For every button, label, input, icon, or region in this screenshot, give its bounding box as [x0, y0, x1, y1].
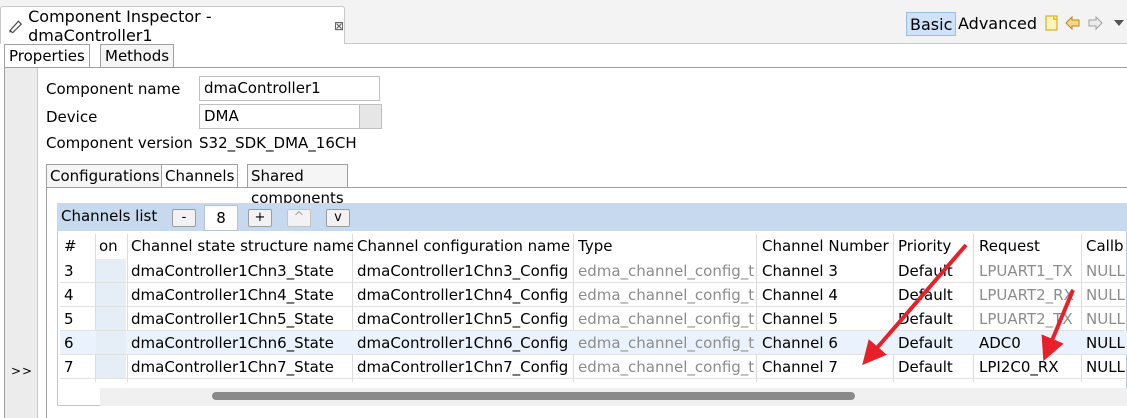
column-header[interactable]: Channel state structure name	[131, 234, 353, 258]
table-cell[interactable]: LPUART1_TX	[979, 259, 1083, 283]
component-version-label: Component version	[46, 134, 193, 152]
table-cell[interactable]: Default	[898, 259, 976, 283]
horizontal-scrollbar-thumb[interactable]	[212, 392, 855, 400]
table-cell[interactable]: 6	[64, 331, 94, 355]
table-cell[interactable]: dmaController1Chn3_Config	[357, 259, 573, 283]
table-cell[interactable]: Default	[898, 307, 976, 331]
device-value: DMA	[204, 107, 239, 125]
table-cell[interactable]: 5	[64, 307, 94, 331]
table-cell[interactable]: dmaController1Chn3_State	[131, 259, 353, 283]
view-title: Component Inspector - dmaController1	[28, 6, 212, 45]
table-cell[interactable]: Default	[898, 355, 976, 379]
table-cell[interactable]: Channel 5	[762, 307, 894, 331]
table-cell[interactable]: Channel 3	[762, 259, 894, 283]
table-cell[interactable]: NULL	[1086, 307, 1127, 331]
table-cell[interactable]: LPUART2_TX	[979, 307, 1083, 331]
close-icon[interactable]: ⊠	[334, 19, 344, 33]
table-cell[interactable]: dmaController1Chn5_State	[131, 307, 353, 331]
column-header[interactable]: #	[64, 234, 94, 258]
component-name-label: Component name	[46, 80, 181, 98]
column-header[interactable]: Request	[979, 234, 1083, 258]
view-menu-icon[interactable]	[1112, 14, 1127, 32]
component-version-value: S32_SDK_DMA_16CH	[199, 134, 357, 152]
table-cell[interactable]: dmaController1Chn4_State	[131, 283, 353, 307]
table-cell[interactable]: NULL	[1086, 355, 1127, 379]
table-cell[interactable]: ADC0	[979, 331, 1083, 355]
table-cell[interactable]: NULL	[1086, 331, 1127, 355]
on-toggle-cell[interactable]	[96, 355, 126, 378]
tab-properties[interactable]: Properties	[4, 44, 90, 68]
on-toggle-cell[interactable]	[96, 283, 126, 306]
component-inspector-icon	[8, 19, 23, 33]
advanced-mode-button[interactable]: Advanced	[955, 12, 1040, 36]
remove-channel-button[interactable]: -	[172, 209, 196, 227]
table-cell[interactable]: dmaController1Chn6_Config	[357, 331, 573, 355]
move-down-button[interactable]: v	[326, 209, 350, 227]
table-cell[interactable]: 3	[64, 259, 94, 283]
table-cell[interactable]: dmaController1Chn4_Config	[357, 283, 573, 307]
view-tab[interactable]: Component Inspector - dmaController1 ⊠	[0, 6, 345, 45]
new-note-icon[interactable]	[1043, 14, 1061, 32]
column-header[interactable]: Callb	[1086, 234, 1127, 258]
tab-configurations[interactable]: Configurations	[46, 164, 164, 188]
tab-channels[interactable]: Channels	[161, 164, 239, 188]
table-cell[interactable]: Channel 4	[762, 283, 894, 307]
table-cell[interactable]: NULL	[1086, 259, 1127, 283]
on-toggle-cell[interactable]	[96, 259, 126, 282]
tab-shared-components[interactable]: Shared components	[247, 164, 348, 207]
column-header[interactable]: Channel configuration name	[357, 234, 573, 258]
table-cell[interactable]: 4	[64, 283, 94, 307]
table-cell[interactable]: edma_channel_config_t	[578, 331, 758, 355]
table-cell[interactable]: dmaController1Chn7_Config	[357, 355, 573, 379]
table-cell[interactable]: Default	[898, 331, 976, 355]
table-cell[interactable]: edma_channel_config_t	[578, 355, 758, 379]
column-header[interactable]: Type	[578, 234, 758, 258]
column-header[interactable]: on	[99, 234, 129, 258]
device-label: Device	[46, 108, 98, 126]
table-cell[interactable]: Default	[898, 283, 976, 307]
table-cell[interactable]: 7	[64, 355, 94, 379]
table-cell[interactable]: edma_channel_config_t	[578, 307, 758, 331]
column-header[interactable]: Priority	[898, 234, 976, 258]
table-cell[interactable]: NULL	[1086, 283, 1127, 307]
on-toggle-cell[interactable]	[96, 307, 126, 330]
table-cell[interactable]: dmaController1Chn5_Config	[357, 307, 573, 331]
table-cell[interactable]: edma_channel_config_t	[578, 283, 758, 307]
channel-count-input[interactable]: 8	[204, 205, 238, 231]
table-cell[interactable]: edma_channel_config_t	[578, 259, 758, 283]
view-header: Component Inspector - dmaController1 ⊠ B…	[0, 0, 1127, 45]
device-dropdown-button[interactable]	[359, 105, 381, 128]
tab-methods[interactable]: Methods	[100, 44, 175, 68]
on-toggle-cell[interactable]	[96, 331, 126, 354]
forward-arrow-icon[interactable]	[1086, 14, 1104, 32]
table-cell[interactable]: Channel 7	[762, 355, 894, 379]
component-name-input[interactable]: dmaController1	[199, 76, 380, 101]
table-cell[interactable]: Channel 6	[762, 331, 894, 355]
column-separator[interactable]	[573, 234, 574, 382]
table-cell[interactable]: LPI2C0_RX	[979, 355, 1083, 379]
device-select[interactable]: DMA	[199, 104, 382, 129]
channels-list-title: Channels list	[61, 207, 158, 225]
back-arrow-icon[interactable]	[1064, 14, 1082, 32]
move-up-button[interactable]: ^	[287, 209, 311, 227]
basic-mode-button[interactable]: Basic	[906, 12, 957, 36]
column-header[interactable]: Channel Number	[762, 234, 894, 258]
add-channel-button[interactable]: +	[248, 209, 272, 227]
table-cell[interactable]: LPUART2_RX	[979, 283, 1083, 307]
table-cell[interactable]: dmaController1Chn6_State	[131, 331, 353, 355]
table-cell[interactable]: dmaController1Chn7_State	[131, 355, 353, 379]
expand-side-button[interactable]: >>	[11, 364, 33, 378]
